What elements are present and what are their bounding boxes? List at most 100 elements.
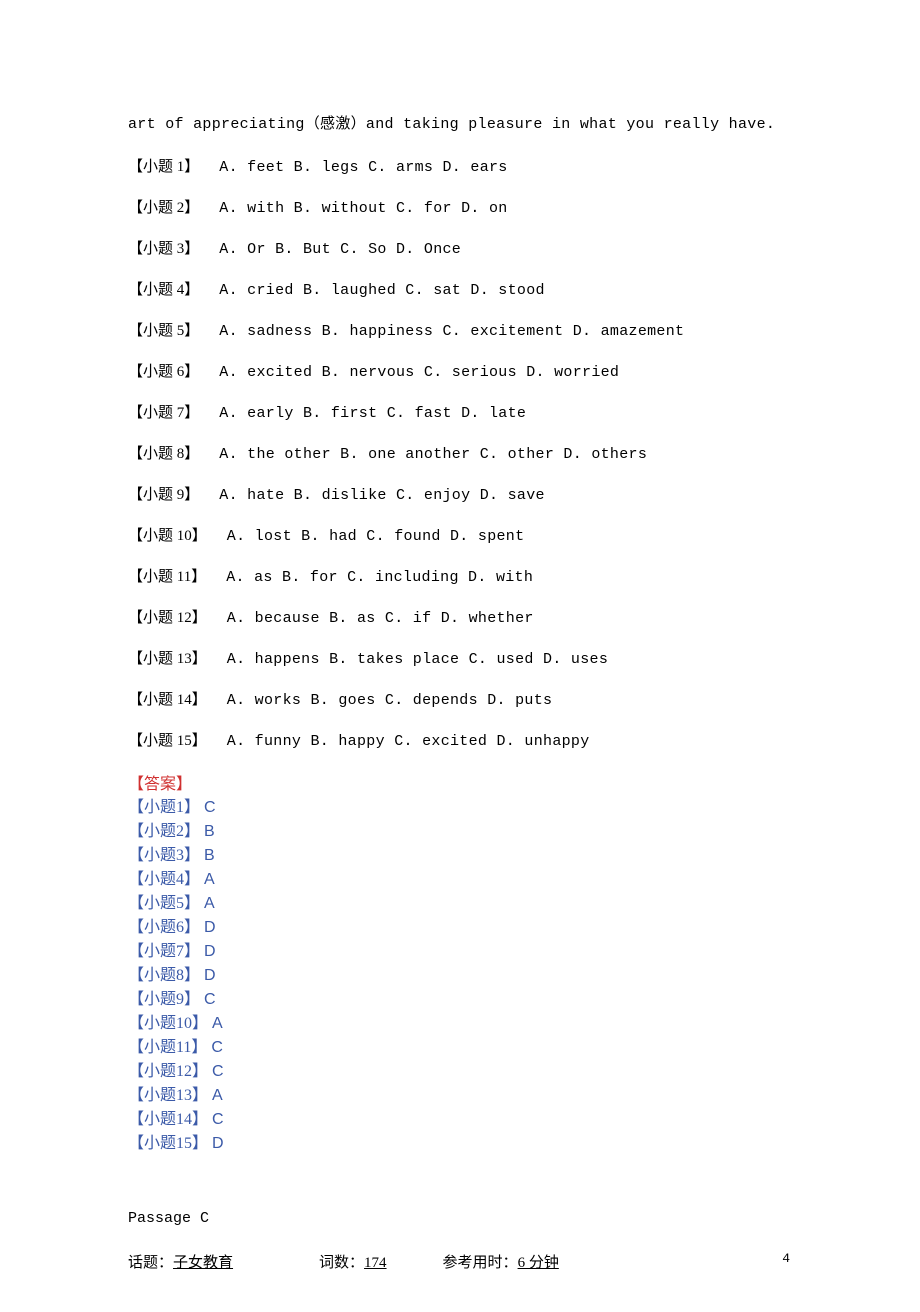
- question-row: 【小题 9】 A. hate B. dislike C. enjoy D. sav…: [128, 483, 792, 504]
- question-row: 【小题 2】 A. with B. without C. for D. on: [128, 196, 792, 217]
- answer-line: 【小题15】 D: [128, 1132, 792, 1156]
- answer-letter: C: [204, 799, 216, 816]
- question-label: 【小题 5】: [128, 319, 199, 340]
- words-value: 174: [364, 1255, 387, 1271]
- answer-letter: C: [204, 991, 216, 1008]
- answer-letter: B: [204, 847, 215, 864]
- answer-label: 【小题15】: [128, 1135, 208, 1152]
- answer-line: 【小题6】 D: [128, 916, 792, 940]
- question-label: 【小题 6】: [128, 360, 199, 381]
- question-options: A. early B. first C. fast D. late: [219, 405, 526, 422]
- question-label: 【小题 11】: [128, 565, 206, 586]
- answer-label: 【小题5】: [128, 895, 200, 912]
- answer-letter: D: [212, 1135, 224, 1152]
- question-options: A. funny B. happy C. excited D. unhappy: [227, 733, 590, 750]
- question-options: A. the other B. one another C. other D. …: [219, 446, 647, 463]
- answer-letter: A: [212, 1015, 223, 1032]
- question-label: 【小题 8】: [128, 442, 199, 463]
- answers-list: 【小题1】 C【小题2】 B【小题3】 B【小题4】 A【小题5】 A【小题6】…: [128, 796, 792, 1156]
- answer-letter: A: [204, 871, 215, 888]
- answer-label: 【小题8】: [128, 967, 200, 984]
- time-label: 参考用时：: [443, 1255, 518, 1271]
- answer-letter: D: [204, 967, 216, 984]
- answer-line: 【小题13】 A: [128, 1084, 792, 1108]
- question-row: 【小题 13】 A. happens B. takes place C. used…: [128, 647, 792, 668]
- answer-letter: B: [204, 823, 215, 840]
- answer-letter: C: [211, 1039, 223, 1056]
- question-row: 【小题 5】 A. sadness B. happiness C. excitem…: [128, 319, 792, 340]
- question-label: 【小题 12】: [128, 606, 207, 627]
- question-row: 【小题 10】 A. lost B. had C. found D. spent: [128, 524, 792, 545]
- questions-list: 【小题 1】A. feet B. legs C. arms D. ears【小题…: [128, 155, 792, 750]
- answer-label: 【小题13】: [128, 1087, 208, 1104]
- question-options: A. cried B. laughed C. sat D. stood: [219, 282, 545, 299]
- answer-label: 【小题1】: [128, 799, 200, 816]
- answers-header: 【答案】: [128, 770, 792, 794]
- answer-label: 【小题2】: [128, 823, 200, 840]
- answer-label: 【小题11】: [128, 1039, 207, 1056]
- question-options: A. feet B. legs C. arms D. ears: [219, 159, 507, 176]
- question-row: 【小题 8】 A. the other B. one another C. oth…: [128, 442, 792, 463]
- answer-label: 【小题7】: [128, 943, 200, 960]
- answer-letter: D: [204, 943, 216, 960]
- words-label: 词数：: [319, 1255, 364, 1271]
- question-label: 【小题 9】: [128, 483, 199, 504]
- answer-label: 【小题4】: [128, 871, 200, 888]
- answer-label: 【小题12】: [128, 1063, 208, 1080]
- answer-label: 【小题10】: [128, 1015, 208, 1032]
- question-label: 【小题 1】: [128, 155, 199, 176]
- question-label: 【小题 3】: [128, 237, 199, 258]
- time-value: 6 分钟: [518, 1255, 559, 1271]
- question-options: A. Or B. But C. So D. Once: [219, 241, 461, 258]
- answer-line: 【小题8】 D: [128, 964, 792, 988]
- question-label: 【小题 7】: [128, 401, 199, 422]
- question-label: 【小题 2】: [128, 196, 199, 217]
- answer-line: 【小题10】 A: [128, 1012, 792, 1036]
- question-label: 【小题 15】: [128, 729, 207, 750]
- answer-line: 【小题5】 A: [128, 892, 792, 916]
- answer-line: 【小题12】 C: [128, 1060, 792, 1084]
- question-options: A. sadness B. happiness C. excitement D.…: [219, 323, 684, 340]
- question-options: A. works B. goes C. depends D. puts: [227, 692, 553, 709]
- question-row: 【小题 12】 A. because B. as C. if D. whether: [128, 606, 792, 627]
- question-row: 【小题 3】 A. Or B. But C. So D. Once: [128, 237, 792, 258]
- question-options: A. because B. as C. if D. whether: [227, 610, 534, 627]
- page-number: 4: [782, 1251, 790, 1266]
- question-label: 【小题 4】: [128, 278, 199, 299]
- question-label: 【小题 10】: [128, 524, 207, 545]
- question-row: 【小题 15】 A. funny B. happy C. excited D. u…: [128, 729, 792, 750]
- passage-title: Passage C: [128, 1210, 792, 1227]
- question-options: A. hate B. dislike C. enjoy D. save: [219, 487, 545, 504]
- answer-line: 【小题14】 C: [128, 1108, 792, 1132]
- question-row: 【小题 1】 A. feet B. legs C. arms D. ears: [128, 155, 792, 176]
- answer-line: 【小题1】 C: [128, 796, 792, 820]
- meta-row: 话题：子女教育 词数：174 参考用时：6 分钟: [128, 1251, 792, 1272]
- answer-line: 【小题7】 D: [128, 940, 792, 964]
- answer-line: 【小题11】 C: [128, 1036, 792, 1060]
- question-options: A. as B. for C. including D. with: [226, 569, 533, 586]
- question-options: A. with B. without C. for D. on: [219, 200, 507, 217]
- answer-line: 【小题2】 B: [128, 820, 792, 844]
- answer-line: 【小题3】 B: [128, 844, 792, 868]
- question-label: 【小题 14】: [128, 688, 207, 709]
- answer-label: 【小题3】: [128, 847, 200, 864]
- question-row: 【小题 7】 A. early B. first C. fast D. late: [128, 401, 792, 422]
- question-label: 【小题 13】: [128, 647, 207, 668]
- answer-label: 【小题9】: [128, 991, 200, 1008]
- question-options: A. happens B. takes place C. used D. use…: [227, 651, 608, 668]
- topic-label: 话题：: [128, 1255, 173, 1271]
- question-options: A. excited B. nervous C. serious D. worr…: [219, 364, 619, 381]
- topic-value: 子女教育: [173, 1255, 233, 1271]
- intro-text: art of appreciating（感激）and taking pleasu…: [128, 112, 792, 133]
- answer-line: 【小题4】 A: [128, 868, 792, 892]
- answer-letter: D: [204, 919, 216, 936]
- question-row: 【小题 6】 A. excited B. nervous C. serious D…: [128, 360, 792, 381]
- answer-line: 【小题9】 C: [128, 988, 792, 1012]
- question-options: A. lost B. had C. found D. spent: [227, 528, 525, 545]
- answer-letter: C: [212, 1111, 224, 1128]
- answer-letter: A: [204, 895, 215, 912]
- question-row: 【小题 4】 A. cried B. laughed C. sat D. stoo…: [128, 278, 792, 299]
- answer-label: 【小题14】: [128, 1111, 208, 1128]
- answer-label: 【小题6】: [128, 919, 200, 936]
- answer-letter: A: [212, 1087, 223, 1104]
